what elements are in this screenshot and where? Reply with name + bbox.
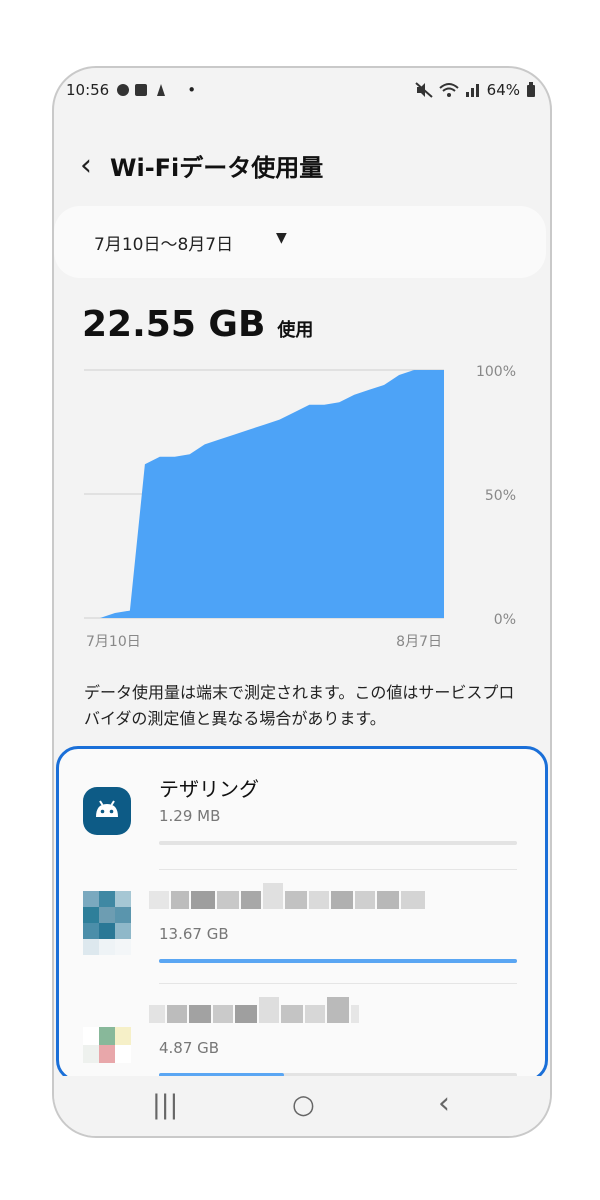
list-item-tethering[interactable]: テザリング 1.29 MB: [59, 749, 545, 861]
status-bar: 10:56 • 64%: [66, 78, 536, 102]
clock: 10:56: [66, 81, 110, 99]
page-title: Wi-Fiデータ使用量: [110, 154, 324, 182]
usage-suffix: 使用: [277, 320, 314, 341]
usage-bar: [159, 959, 517, 963]
home-button[interactable]: ○: [292, 1090, 315, 1120]
measurement-note: データ使用量は端末で測定されます。この値はサービスプロバイダの測定値と異なる場合…: [84, 683, 515, 728]
app-data-size: 4.87 GB: [159, 1039, 220, 1057]
app-icon: [83, 1027, 131, 1063]
y-tick-50: 50%: [485, 488, 516, 504]
date-range-label: 7月10日〜8月7日: [94, 235, 234, 255]
app-data-size: 1.29 MB: [159, 807, 221, 825]
x-label-start: 7月10日: [86, 634, 141, 650]
dropdown-caret-icon: ▼: [276, 230, 287, 246]
navigation-bar: ||| ○ ‹: [54, 1076, 550, 1136]
status-dot: •: [187, 81, 197, 99]
battery-icon: [527, 82, 535, 97]
android-app-icon: [83, 787, 131, 835]
mute-icon: [414, 82, 433, 98]
usage-bar: [159, 841, 517, 845]
app-header: ‹ Wi-Fiデータ使用量: [80, 148, 323, 183]
x-label-end: 8月7日: [396, 634, 442, 650]
app-usage-list: テザリング 1.29 MB 13.67 GB 4.87 GB: [56, 746, 548, 1082]
recents-button[interactable]: |||: [152, 1090, 178, 1120]
list-item-app-2[interactable]: 13.67 GB: [59, 869, 545, 981]
back-button[interactable]: ‹: [438, 1086, 450, 1121]
phone-frame: 10:56 • 64% ‹ Wi-Fiデータ使用量 7月10日〜8月7日 ▼ 2…: [52, 66, 552, 1138]
back-arrow-icon[interactable]: ‹: [80, 150, 92, 181]
app-name: テザリング: [159, 777, 259, 801]
usage-amount: 22.55 GB: [82, 304, 266, 345]
list-item-app-3[interactable]: 4.87 GB: [59, 983, 545, 1079]
notification-icons: [117, 84, 166, 96]
battery-percent: 64%: [486, 81, 520, 99]
usage-area: [100, 370, 444, 618]
blurred-app-name: [149, 997, 429, 1031]
app-data-size: 13.67 GB: [159, 925, 229, 943]
usage-bar-fill: [159, 959, 517, 963]
usage-chart: 100% 50% 0% 7月10日 8月7日: [84, 364, 516, 650]
wifi-icon: [438, 83, 459, 97]
date-range-selector[interactable]: 7月10日〜8月7日 ▼: [54, 206, 546, 278]
y-tick-0: 0%: [494, 612, 516, 628]
signal-icon: [465, 84, 479, 97]
blurred-app-name: [149, 883, 429, 917]
app-icon: [83, 891, 131, 955]
usage-summary: 22.55 GB 使用: [82, 304, 313, 345]
y-tick-100: 100%: [476, 364, 516, 380]
